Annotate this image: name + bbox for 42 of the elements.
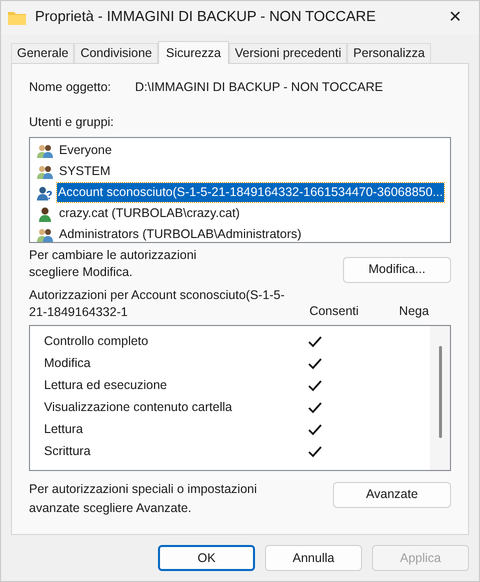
permission-label: Lettura ed esecuzione	[44, 377, 168, 394]
object-name-value: D:\IMMAGINI DI BACKUP - NON TOCCARE	[135, 79, 383, 96]
object-name-label: Nome oggetto:	[29, 79, 112, 96]
user-list-item[interactable]: SYSTEM	[36, 162, 444, 180]
tab[interactable]: Personalizza	[347, 43, 431, 63]
user-icon	[36, 206, 54, 222]
user-list-item[interactable]: crazy.cat (TURBOLAB\crazy.cat)	[36, 204, 444, 222]
checkmark-icon	[307, 422, 323, 436]
people-icon	[36, 164, 54, 180]
users-label: Utenti e gruppi:	[29, 114, 115, 131]
checkmark-icon	[307, 400, 323, 414]
checkmark-icon	[307, 356, 323, 370]
permission-label: Scrittura	[44, 443, 92, 460]
tab[interactable]: Sicurezza	[158, 41, 229, 64]
permission-label: Modifica	[44, 355, 92, 372]
edit-button[interactable]: Modifica...	[343, 256, 451, 282]
folder-icon	[7, 10, 27, 26]
unknown-user-icon	[36, 184, 53, 200]
checkmark-icon	[307, 334, 323, 348]
permission-label: Lettura	[44, 421, 84, 438]
people-icon	[36, 226, 54, 242]
permission-label: Visualizzazione contenuto cartella	[44, 399, 234, 416]
close-button[interactable]: ✕	[435, 4, 475, 32]
people-icon	[36, 142, 54, 158]
allow-header: Consenti	[308, 302, 360, 320]
dialog-button[interactable]: Annulla	[265, 545, 362, 571]
advanced-hint: Per autorizzazioni speciali o impostazioni avanzate scegliere Avanzate.	[29, 480, 258, 517]
dialog-button[interactable]: OK	[158, 545, 255, 571]
user-list-item[interactable]: Administrators (TURBOLAB\Administrators)	[36, 226, 444, 244]
checkmark-icon	[307, 378, 323, 392]
window-title: Proprietà - IMMAGINI DI BACKUP - NON TOCCARE	[35, 8, 377, 28]
permission-label: Controllo completo	[44, 333, 150, 350]
user-list-item[interactable]: Everyone	[36, 142, 444, 160]
checkmark-icon	[307, 444, 323, 458]
tab[interactable]: Condivisione	[74, 43, 158, 63]
tab[interactable]: Generale	[11, 43, 74, 63]
scrollbar-thumb[interactable]	[438, 346, 442, 438]
tab[interactable]: Versioni precedenti	[228, 43, 348, 63]
advanced-button[interactable]: Avanzate	[333, 482, 451, 508]
permissions-title: Autorizzazioni per Account sconosciuto(S-1-5-21-1849164332-1	[29, 286, 286, 320]
change-hint: Per cambiare le autorizzazioni scegliere Modifica.	[29, 246, 198, 280]
deny-header: Nega	[398, 302, 430, 320]
